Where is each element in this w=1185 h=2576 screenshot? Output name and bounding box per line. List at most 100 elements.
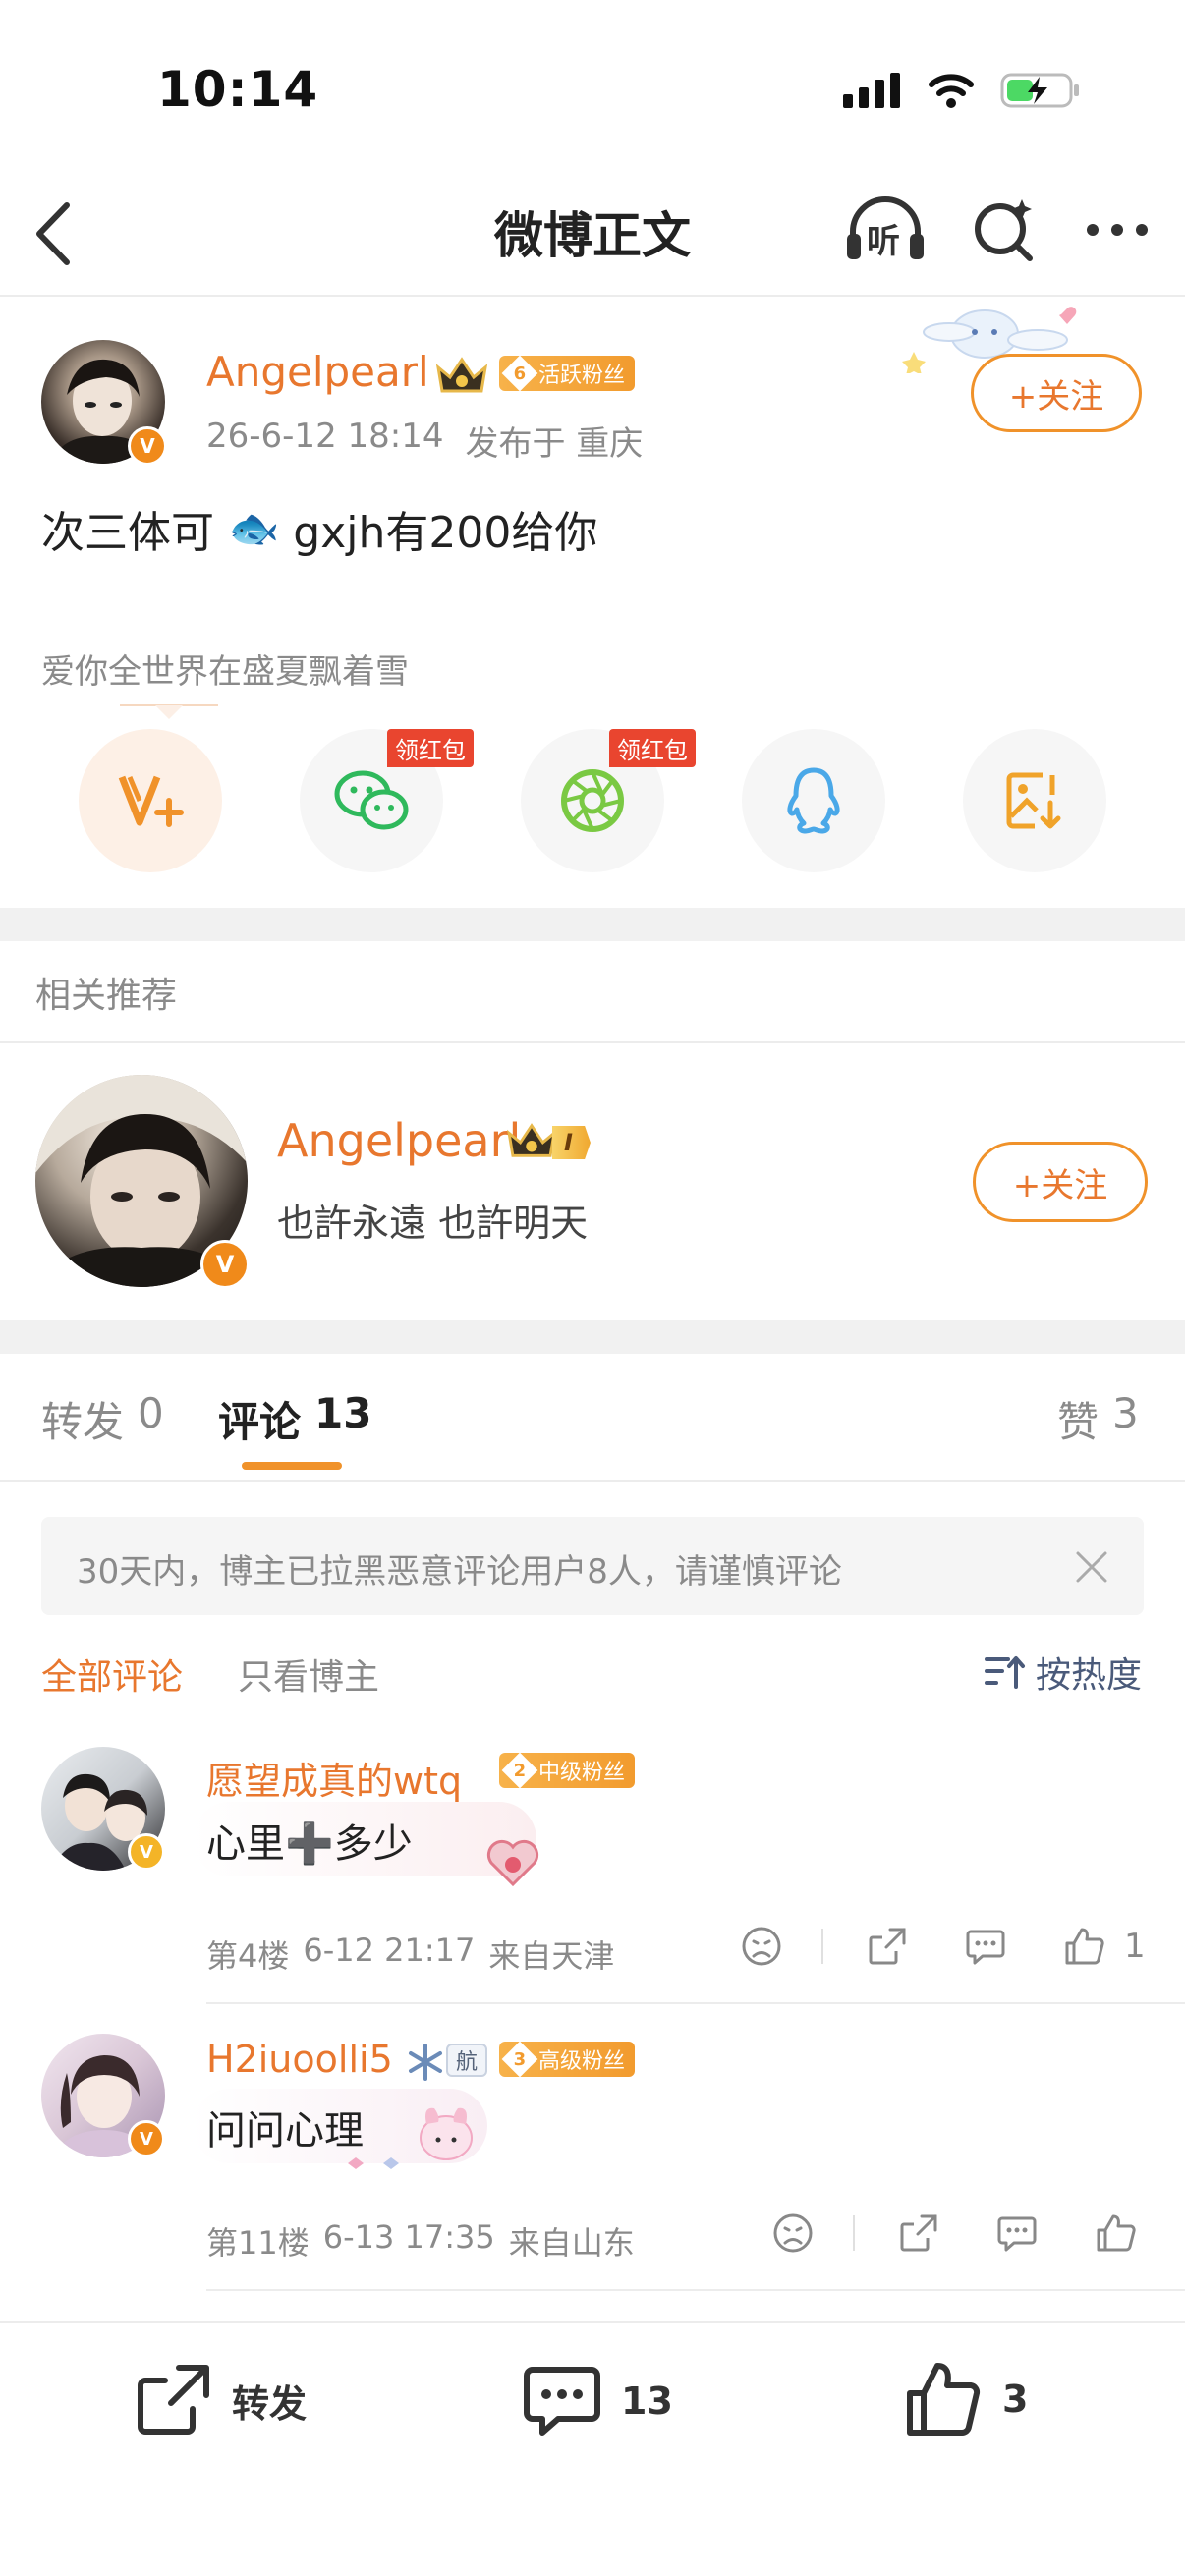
comment-fan-badge-level: 3 <box>513 2048 527 2070</box>
filter-all[interactable]: 全部评论 <box>41 1649 183 1700</box>
listen-button[interactable]: 听 <box>845 195 926 265</box>
recommend-desc: 也許永遠 也許明天 <box>277 1202 589 1245</box>
signal-icon <box>843 73 900 108</box>
fan-badge[interactable]: 6 活跃粉丝 <box>499 355 636 392</box>
tab-repost[interactable]: 转发 0 <box>41 1389 164 1449</box>
heart-gift-decoration <box>486 1839 539 1887</box>
snowflake-icon <box>409 2044 442 2081</box>
post-meta: 26-6-12 18:14 发布于 重庆 <box>206 417 643 465</box>
comment-share-icon[interactable] <box>898 2212 939 2254</box>
comment-fan-badge[interactable]: 2 中级粉丝 <box>499 1752 636 1789</box>
sort-icon <box>985 1656 1025 1689</box>
tab-repost-label: 转发 <box>41 1398 125 1446</box>
share-save-image[interactable] <box>963 729 1106 872</box>
post-text-before: 次三体可 <box>41 508 214 558</box>
follow-button[interactable]: +关注 <box>971 354 1142 432</box>
share-weibo-vplus[interactable] <box>79 729 222 872</box>
fan-badge-text: 活跃粉丝 <box>538 364 626 388</box>
comment-meta: 第4楼 6-12 21:17 来自天津 <box>206 1932 614 1977</box>
qq-icon <box>787 767 840 834</box>
post-text: 次三体可 🐟 gxjh有200给你 <box>41 497 597 560</box>
fan-badge-level: 6 <box>513 363 527 384</box>
comment-reply-icon[interactable] <box>965 1926 1006 1967</box>
comment-text: 问问心理 <box>206 2108 364 2154</box>
recommend-name[interactable]: Angelpearl <box>277 1114 521 1167</box>
search-icon[interactable] <box>973 197 1038 262</box>
verified-badge: V <box>128 426 167 466</box>
recommend-level-badge: I <box>552 1126 591 1159</box>
my-melody-decoration <box>348 2107 473 2169</box>
comment-fan-badge[interactable]: 3 高级粉丝 <box>499 2041 636 2078</box>
comment-like-count: 1 <box>1124 1927 1146 1966</box>
comment-share-icon[interactable] <box>867 1926 908 1967</box>
post-location: 发布于 重庆 <box>465 424 644 464</box>
comment-floor: 第4楼 <box>206 1937 290 1975</box>
sort-button[interactable]: 按热度 <box>985 1647 1142 1698</box>
save-image-icon <box>1006 772 1061 829</box>
bottom-like-button[interactable]: 3 <box>904 2360 1028 2438</box>
author-name[interactable]: Angelpearl <box>206 348 429 396</box>
bottom-comment-count: 13 <box>621 2380 673 2423</box>
comment-icon <box>524 2367 600 2436</box>
comment-fan-badge-level: 2 <box>513 1760 527 1781</box>
blacklist-notice: 30天内，博主已拉黑恶意评论用户8人，请谨慎评论 <box>41 1517 1144 1615</box>
tab-comment[interactable]: 评论 13 <box>218 1389 371 1449</box>
comment-verified-badge: V <box>128 1833 165 1871</box>
comment-like-icon[interactable] <box>1063 1926 1106 1967</box>
comment-text: 心里➕多少 <box>206 1821 413 1867</box>
comment-floor: 第11楼 <box>206 2224 310 2262</box>
bottom-like-count: 3 <box>1002 2378 1029 2421</box>
follow-label: +关注 <box>1008 376 1104 417</box>
section-gap-2 <box>0 1320 1185 1354</box>
comment-item: V 愿望成真的wtq 2 中级粉丝 心里➕多少 第4楼 6-12 21:17 来… <box>0 1729 1185 2006</box>
status-icons <box>843 71 1081 110</box>
navigator-badge: 航 <box>446 2044 488 2077</box>
wechat-icon <box>334 770 409 830</box>
tab-repost-count: 0 <box>138 1389 164 1437</box>
comment-fan-badge-text: 中级粉丝 <box>538 1761 626 1785</box>
listen-label: 听 <box>867 222 900 261</box>
comment-location: 来自山东 <box>508 2224 635 2262</box>
crown-icon <box>435 357 488 393</box>
comment-divider <box>206 2002 1185 2004</box>
dislike-face-icon[interactable] <box>741 1926 782 1967</box>
recommend-follow-button[interactable]: +关注 <box>973 1142 1148 1222</box>
share-pointer <box>120 704 218 719</box>
fish-emoji: 🐟 <box>228 504 280 552</box>
comment-user[interactable]: H2iuoolli5 <box>206 2038 393 2081</box>
comment-actions: 1 <box>741 1926 1146 1967</box>
dislike-face-icon[interactable] <box>772 2212 814 2254</box>
recommend-title: 相关推荐 <box>35 976 178 1016</box>
comment-location: 来自天津 <box>488 1937 615 1975</box>
comment-reply-icon[interactable] <box>996 2212 1038 2254</box>
comment-time: 6-12 21:17 <box>303 1932 476 1969</box>
close-icon[interactable] <box>1075 1550 1108 1584</box>
recommend-level: I <box>564 1129 573 1156</box>
sort-label: 按热度 <box>1036 1655 1143 1696</box>
repost-icon <box>138 2365 209 2435</box>
more-icon[interactable] <box>1085 220 1150 240</box>
post-text-after: gxjh有200给你 <box>293 508 598 558</box>
notice-text: 30天内，博主已拉黑恶意评论用户8人，请谨慎评论 <box>77 1552 842 1592</box>
comment-item: V H2iuoolli5 航 3 高级粉丝 问问心理 第11楼 6-13 17:… <box>0 2016 1185 2293</box>
action-divider <box>821 1929 823 1964</box>
tab-like-label: 赞 <box>1057 1398 1100 1446</box>
comment-user[interactable]: 愿望成真的wtq <box>206 1751 462 1805</box>
share-row: 领红包 领红包 <box>79 729 1106 876</box>
navigator-badge-text: 航 <box>456 2050 479 2075</box>
like-icon <box>907 2363 981 2436</box>
tab-active-indicator <box>242 1462 342 1470</box>
tab-like[interactable]: 赞 3 <box>1057 1389 1139 1449</box>
recommend-crown-icon <box>507 1123 556 1157</box>
share-qq[interactable] <box>742 729 885 872</box>
wifi-icon <box>929 74 974 108</box>
moments-icon <box>561 769 624 832</box>
filter-author-only[interactable]: 只看博主 <box>238 1649 379 1700</box>
tab-comment-count: 13 <box>314 1389 372 1437</box>
comment-verified-badge: V <box>128 2120 165 2157</box>
tabs-divider <box>0 1480 1185 1482</box>
comment-like-icon[interactable] <box>1095 2212 1138 2254</box>
post-signature: 爱你全世界在盛夏飘着雪 <box>41 652 409 692</box>
bottom-comment-button[interactable]: 13 <box>523 2364 673 2438</box>
bottom-repost-button[interactable]: 转发 <box>136 2364 307 2436</box>
